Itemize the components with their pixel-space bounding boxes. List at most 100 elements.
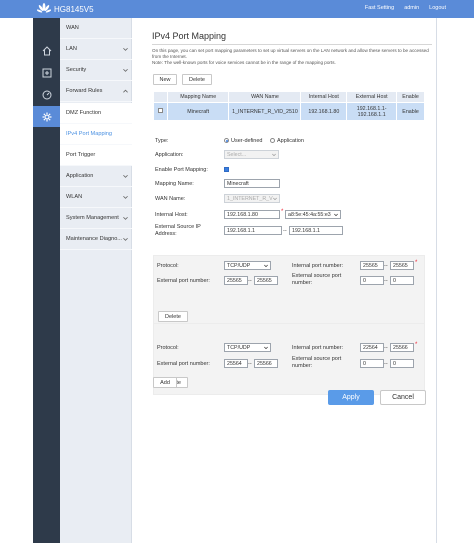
external-source-port-label: External source port number: (292, 273, 342, 286)
cell-mapping-name: Minecraft (166, 102, 230, 121)
col-wan-name: WAN Name (228, 91, 302, 103)
nav-menu: WAN LAN Security Forward Rules DMZ Funct… (60, 18, 132, 543)
chevron-down-icon (123, 174, 128, 178)
external-source-ip-end-input[interactable]: 192.168.1.1 (289, 226, 343, 235)
external-source-port-label: External source port number: (292, 356, 342, 369)
nav-sub-dmz[interactable]: DMZ Function (60, 103, 132, 124)
internal-host-label: Internal Host: (155, 212, 188, 218)
col-enable: Enable (396, 91, 425, 103)
apply-button[interactable]: Apply (328, 390, 374, 405)
nav-item-lan[interactable]: LAN (60, 39, 132, 60)
add-box-icon[interactable] (33, 62, 60, 83)
external-port-start-input[interactable]: 25564 (224, 359, 248, 368)
external-source-ip-start-input[interactable]: 192.168.1.1 (224, 226, 282, 235)
title-divider (152, 44, 432, 45)
gauge-icon[interactable] (33, 84, 60, 105)
chevron-down-icon (334, 213, 338, 217)
chevron-down-icon (123, 195, 128, 199)
top-bar: HG8145V5 Fast Setting admin Logout (0, 0, 474, 18)
col-checkbox (153, 91, 168, 103)
internal-port-end-input[interactable]: 25565 (390, 261, 414, 270)
nav-item-maintenance[interactable]: Maintenance Diagno... (60, 229, 132, 250)
nav-item-wlan[interactable]: WLAN (60, 187, 132, 208)
col-external-host: External Host (346, 91, 398, 103)
chevron-down-icon (264, 264, 268, 268)
type-application-label: Application (277, 138, 304, 144)
required-mark: * (281, 209, 284, 215)
mapping-table: Mapping Name WAN Name Internal Host Exte… (153, 91, 425, 121)
host-mac-select[interactable]: a8:5e:45:4a:55:e3 (285, 210, 341, 219)
source-port-end-input[interactable]: 0 (390, 359, 414, 368)
external-port-start-input[interactable]: 25565 (224, 276, 248, 285)
type-application-radio[interactable] (270, 138, 275, 143)
logout-link[interactable]: Logout (429, 5, 446, 11)
wan-name-select[interactable]: 1_INTERNET_R_V (224, 194, 280, 203)
icon-sidebar (33, 18, 60, 543)
new-button[interactable]: New (153, 74, 177, 85)
external-port-end-input[interactable]: 25565 (254, 276, 278, 285)
product-name: HG8145V5 (54, 4, 94, 14)
source-port-start-input[interactable]: 0 (360, 276, 384, 285)
range-separator: -- (384, 278, 388, 284)
enable-port-mapping-checkbox[interactable] (224, 167, 229, 172)
cancel-button[interactable]: Cancel (380, 390, 426, 405)
nav-sub-ipv4-port-mapping[interactable]: IPv4 Port Mapping (60, 124, 132, 145)
page-description: On this page, you can set port mapping p… (152, 48, 429, 65)
nav-item-forward-rules[interactable]: Forward Rules (60, 81, 132, 102)
protocol-label: Protocol: (157, 345, 179, 351)
chevron-down-icon (123, 216, 128, 220)
chevron-down-icon (272, 153, 276, 157)
chevron-up-icon (123, 89, 128, 93)
nav-item-application[interactable]: Application (60, 166, 132, 187)
page-title: IPv4 Port Mapping (152, 31, 227, 41)
enable-port-mapping-label: Enable Port Mapping: (155, 167, 208, 173)
protocol-select[interactable]: TCP/UDP (224, 343, 271, 352)
chevron-down-icon (123, 47, 128, 51)
chevron-down-icon (123, 237, 128, 241)
internal-port-start-input[interactable]: 22564 (360, 343, 384, 352)
range-separator: -- (283, 228, 287, 234)
home-icon[interactable] (33, 40, 60, 61)
content-border (436, 18, 437, 543)
internal-port-label: Internal port number: (292, 263, 344, 269)
application-select[interactable]: Select... (224, 150, 279, 159)
fast-setting-link[interactable]: Fast Setting (365, 5, 394, 11)
application-label: Application: (155, 152, 184, 158)
mapping-name-input[interactable]: Minecraft (224, 179, 280, 188)
chevron-down-icon (273, 197, 277, 201)
range-separator: -- (248, 361, 252, 367)
type-user-defined-radio[interactable] (224, 138, 229, 143)
range-separator: -- (384, 361, 388, 367)
table-row[interactable]: Minecraft 1_INTERNET_R_VID_2510 192.168.… (153, 102, 425, 121)
logo: HG8145V5 (37, 3, 94, 15)
nav-item-security[interactable]: Security (60, 60, 132, 81)
main-content: IPv4 Port Mapping On this page, you can … (145, 18, 435, 543)
internal-port-end-input[interactable]: 25566 (390, 343, 414, 352)
col-internal-host: Internal Host (300, 91, 348, 103)
source-port-start-input[interactable]: 0 (360, 359, 384, 368)
external-port-label: External port number: (157, 278, 210, 284)
chevron-down-icon (264, 346, 268, 350)
cell-external-host: 192.168.1.1-192.168.1.1 (346, 102, 398, 121)
gear-icon[interactable] (33, 106, 60, 127)
type-user-defined-label: User-defined (231, 138, 263, 144)
port-rule-panel-1: Protocol: TCP/UDP Internal port number: … (153, 255, 425, 325)
row-checkbox[interactable] (157, 108, 163, 113)
nav-item-system-management[interactable]: System Management (60, 208, 132, 229)
source-port-end-input[interactable]: 0 (390, 276, 414, 285)
nav-item-wan[interactable]: WAN (60, 18, 132, 39)
delete-button[interactable]: Delete (182, 74, 212, 85)
external-port-end-input[interactable]: 25566 (254, 359, 278, 368)
huawei-logo-icon (37, 3, 51, 13)
col-mapping-name: Mapping Name (166, 91, 230, 103)
protocol-select[interactable]: TCP/UDP (224, 261, 271, 270)
mapping-name-label: Mapping Name: (155, 181, 194, 187)
internal-host-input[interactable]: 192.168.1.80 (224, 210, 280, 219)
delete-rule-button[interactable]: Delete (158, 311, 188, 322)
admin-link[interactable]: admin (404, 5, 419, 11)
nav-sub-port-trigger[interactable]: Port Trigger (60, 145, 132, 166)
add-rule-button[interactable]: Add (153, 377, 177, 388)
port-rule-panel-2: Protocol: TCP/UDP Internal port number: … (153, 323, 425, 395)
table-header-row: Mapping Name WAN Name Internal Host Exte… (153, 91, 425, 103)
internal-port-start-input[interactable]: 25565 (360, 261, 384, 270)
